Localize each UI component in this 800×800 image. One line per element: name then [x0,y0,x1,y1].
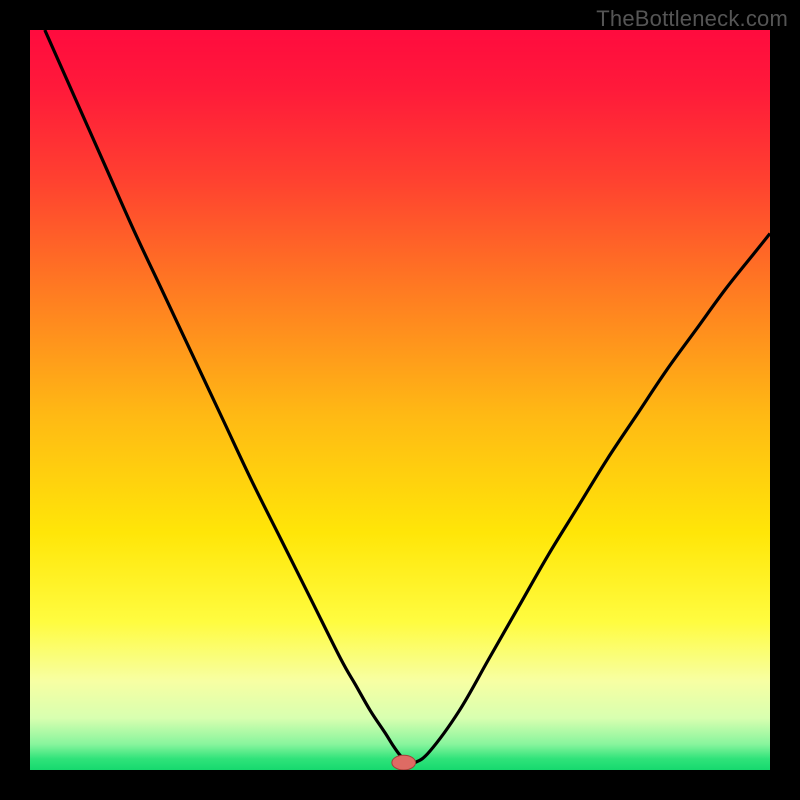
optimal-point-marker [392,755,416,770]
plot-area [30,30,770,770]
watermark-text: TheBottleneck.com [596,6,788,32]
gradient-background [30,30,770,770]
chart-frame: TheBottleneck.com [0,0,800,800]
bottleneck-chart [30,30,770,770]
